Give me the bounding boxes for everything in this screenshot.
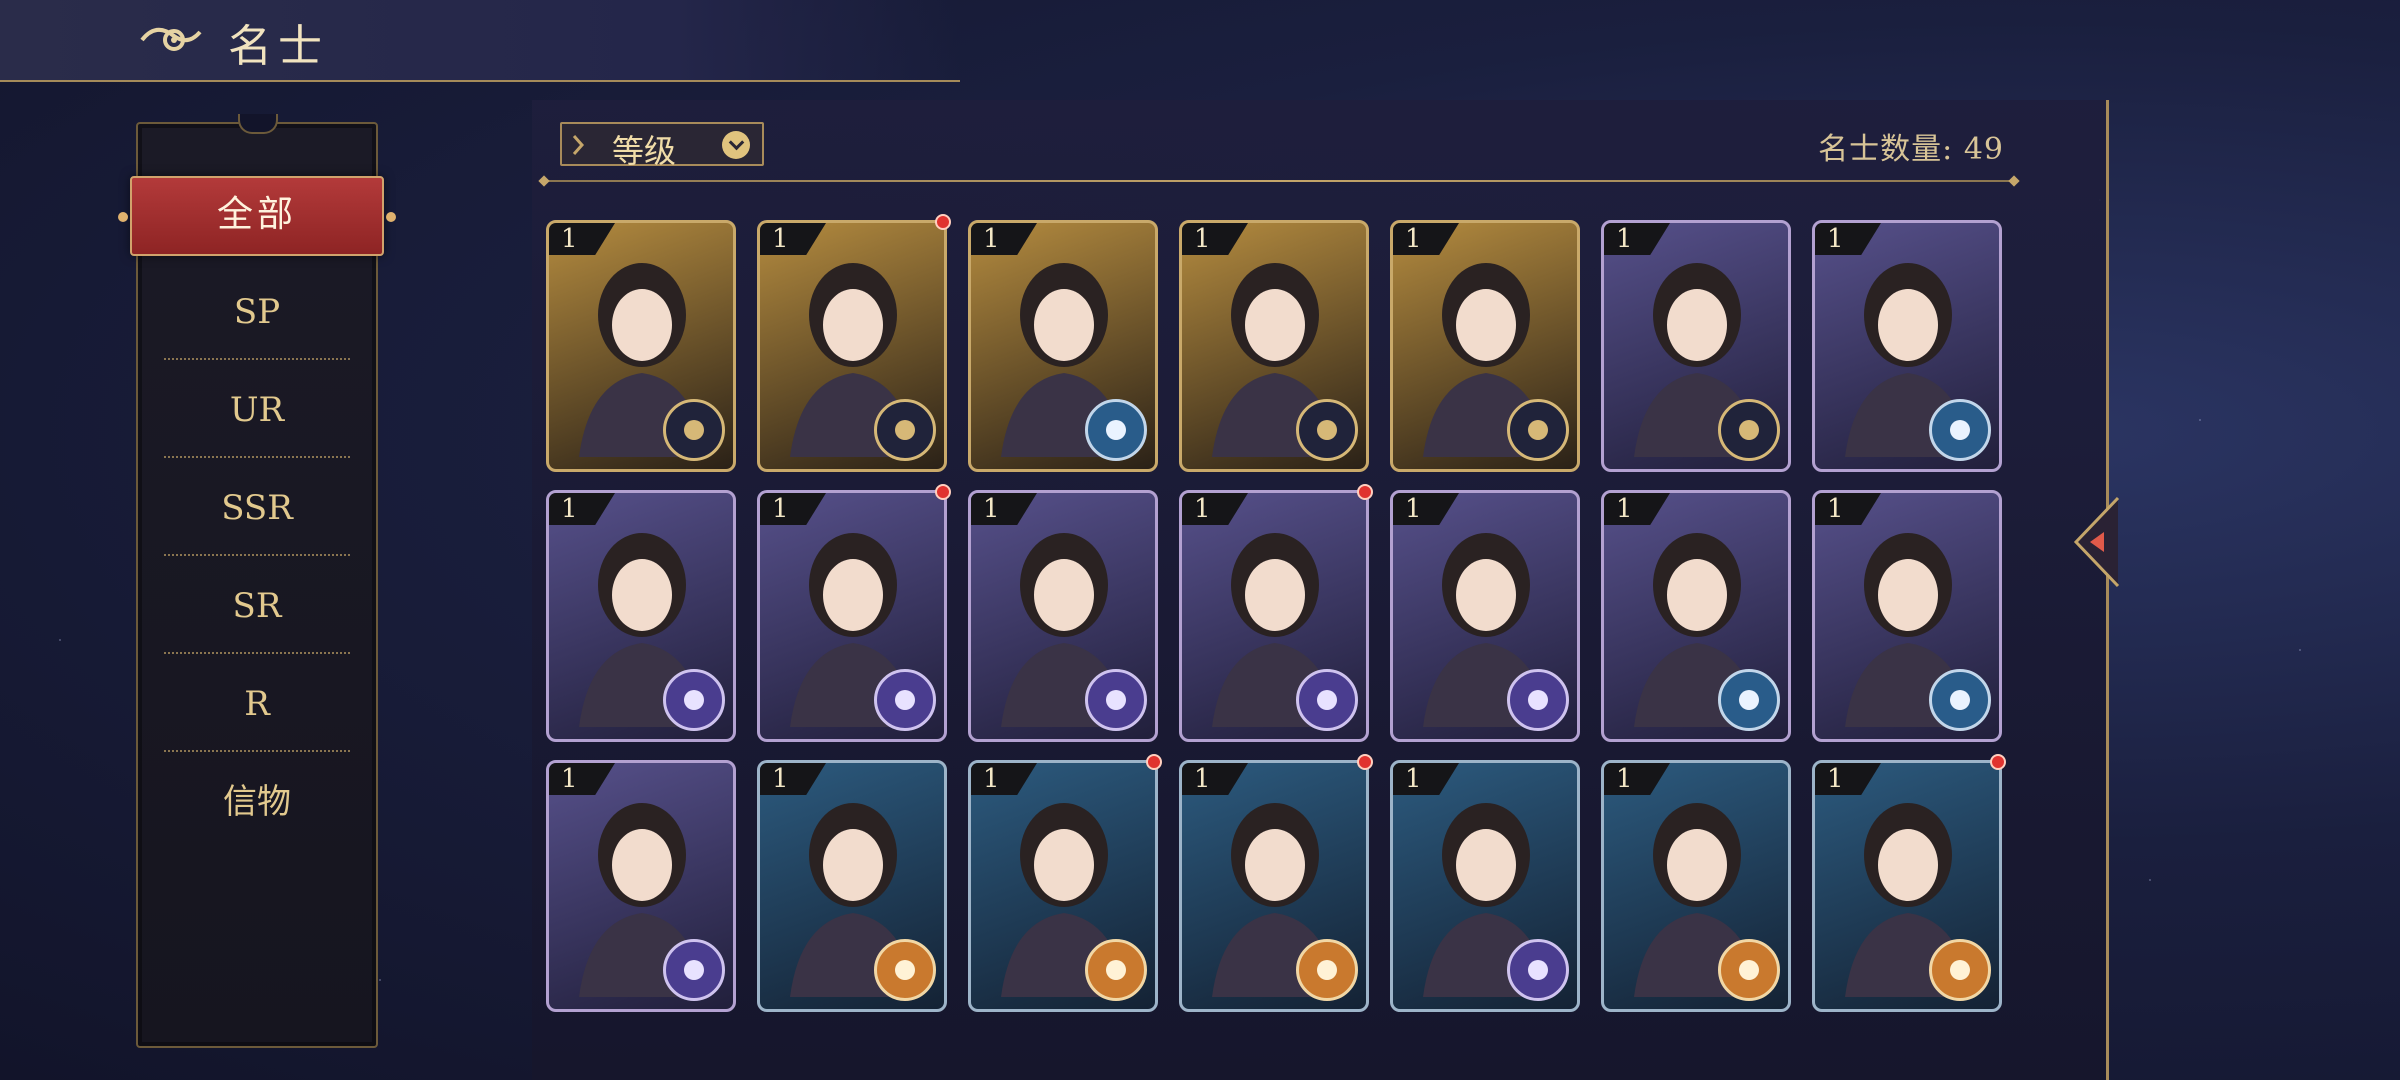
sidebar-item-sp[interactable]: SP: [164, 264, 350, 360]
header-bar: 名士: [0, 0, 960, 82]
hero-card[interactable]: 1: [546, 220, 736, 472]
hero-card[interactable]: 1: [1812, 490, 2002, 742]
faction-badge-icon: [1507, 669, 1569, 731]
hero-card[interactable]: 1: [1390, 490, 1580, 742]
sidebar-item-ur[interactable]: UR: [164, 362, 350, 458]
sidebar-item-all[interactable]: 全部: [118, 176, 396, 256]
hero-card[interactable]: 1: [968, 220, 1158, 472]
sidebar-item-sr[interactable]: SR: [164, 558, 350, 654]
hero-card[interactable]: 1: [1601, 490, 1791, 742]
hero-card[interactable]: 1: [546, 490, 736, 742]
hero-card[interactable]: 1: [757, 760, 947, 1012]
hero-card[interactable]: 1: [1812, 760, 2002, 1012]
page-title: 名士: [228, 21, 328, 72]
hero-card[interactable]: 1: [1179, 760, 1369, 1012]
hero-card[interactable]: 1: [1601, 220, 1791, 472]
faction-badge-icon: [663, 939, 725, 1001]
faction-badge-icon: [663, 399, 725, 461]
faction-badge-icon: [1507, 399, 1569, 461]
chevron-down-icon[interactable]: [722, 131, 750, 159]
notification-dot: [1990, 754, 2006, 770]
sidebar-item-tokens[interactable]: 信物: [164, 754, 350, 850]
faction-badge-icon: [1085, 939, 1147, 1001]
hero-card[interactable]: 1: [968, 760, 1158, 1012]
notification-dot: [935, 214, 951, 230]
faction-badge-icon: [1929, 399, 1991, 461]
notification-dot: [1146, 754, 1162, 770]
faction-badge-icon: [1718, 399, 1780, 461]
faction-badge-icon: [874, 669, 936, 731]
notification-dot: [935, 484, 951, 500]
faction-badge-icon: [1718, 939, 1780, 1001]
collapse-arrow-icon[interactable]: [2068, 494, 2124, 590]
sort-ornament-icon: [572, 135, 585, 155]
sidebar-item-ssr[interactable]: SSR: [164, 460, 350, 556]
faction-badge-icon: [1929, 669, 1991, 731]
cloud-emblem-icon: [140, 28, 202, 51]
header-divider: [544, 180, 2014, 182]
faction-badge-icon: [1507, 939, 1569, 1001]
hero-card[interactable]: 1: [1179, 220, 1369, 472]
faction-badge-icon: [874, 399, 936, 461]
hero-card[interactable]: 1: [1390, 760, 1580, 1012]
hero-card[interactable]: 1: [1390, 220, 1580, 472]
notification-dot: [1357, 484, 1373, 500]
hero-count: 名士数量: 49: [1818, 132, 2004, 167]
hero-card[interactable]: 1: [1812, 220, 2002, 472]
sidebar-item-r[interactable]: R: [164, 656, 350, 752]
hero-card[interactable]: 1: [757, 220, 947, 472]
faction-badge-icon: [1296, 399, 1358, 461]
faction-badge-icon: [663, 669, 725, 731]
notification-dot: [1357, 754, 1373, 770]
faction-badge-icon: [1718, 669, 1780, 731]
hero-card[interactable]: 1: [546, 760, 736, 1012]
faction-badge-icon: [874, 939, 936, 1001]
sidebar-notch: [238, 114, 278, 134]
faction-badge-icon: [1085, 669, 1147, 731]
hero-card[interactable]: 1: [1601, 760, 1791, 1012]
faction-badge-icon: [1296, 939, 1358, 1001]
faction-badge-icon: [1085, 399, 1147, 461]
hero-card[interactable]: 1: [968, 490, 1158, 742]
category-sidebar: 全部 SP UR SSR SR R 信物: [118, 114, 396, 1048]
sort-dropdown[interactable]: 等级: [560, 122, 764, 170]
hero-card[interactable]: 1: [757, 490, 947, 742]
faction-badge-icon: [1929, 939, 1991, 1001]
faction-badge-icon: [1296, 669, 1358, 731]
sort-label: 等级: [612, 132, 677, 170]
hero-card[interactable]: 1: [1179, 490, 1369, 742]
